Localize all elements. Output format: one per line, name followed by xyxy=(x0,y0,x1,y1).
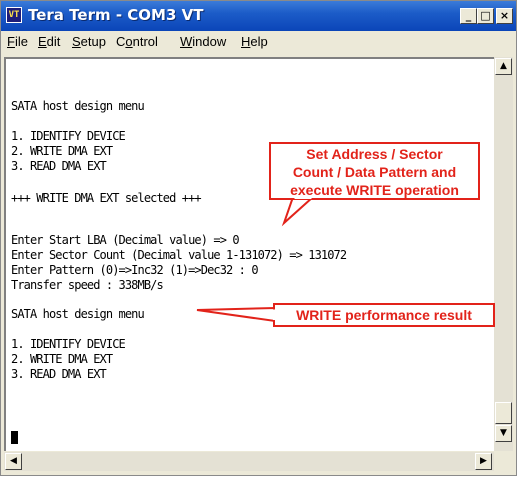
menu-help[interactable]: Help xyxy=(241,34,268,49)
terminal-line: 2. WRITE DMA EXT xyxy=(11,352,113,366)
menu-edit[interactable]: Edit xyxy=(38,34,60,49)
menu-help-label: elp xyxy=(250,34,268,49)
menu-file-label: ile xyxy=(14,34,28,49)
terminal-line: 1. IDENTIFY DEVICE xyxy=(11,337,126,351)
menu-setup[interactable]: Setup xyxy=(72,34,106,49)
write-setup-callout: Set Address / Sector Count / Data Patter… xyxy=(269,142,480,200)
menu-window-label: indow xyxy=(192,34,227,49)
terminal-line: Enter Start LBA (Decimal value) => 0 xyxy=(11,233,240,247)
terminal-line: SATA host design menu xyxy=(11,99,145,113)
menu-control-prefix: C xyxy=(116,34,126,49)
maximize-button[interactable]: □ xyxy=(477,8,494,24)
menu-setup-access-key: S xyxy=(72,34,81,49)
menu-help-access-key: H xyxy=(241,34,251,49)
terminal-line: Transfer speed : 338MB/s xyxy=(11,278,164,292)
menu-control-access-key: o xyxy=(125,34,133,49)
scroll-up-button[interactable]: ▲ xyxy=(495,58,512,75)
terminal-line: Enter Sector Count (Decimal value 1-1310… xyxy=(11,248,347,262)
menu-file[interactable]: File xyxy=(7,34,28,49)
write-performance-callout: WRITE performance result xyxy=(273,303,495,327)
scroll-down-button[interactable]: ▼ xyxy=(495,425,512,442)
scroll-right-button[interactable]: ▶ xyxy=(475,453,492,470)
tera-term-window: VT Tera Term - COM3 VT _ □ × File Edit S… xyxy=(0,0,517,476)
callout-1-line: Count / Data Pattern and xyxy=(292,164,457,180)
tera-term-app-icon[interactable]: VT xyxy=(6,7,22,23)
terminal-line: 1. IDENTIFY DEVICE xyxy=(11,129,126,143)
menu-window[interactable]: Window xyxy=(180,34,226,49)
terminal-screen[interactable]: SATA host design menu 1. IDENTIFY DEVICE… xyxy=(4,57,494,451)
menu-control[interactable]: Control xyxy=(116,34,158,49)
menu-bar: File Edit Setup Control Window Help xyxy=(1,31,516,53)
scroll-left-button[interactable]: ◀ xyxy=(5,453,22,470)
minimize-button[interactable]: _ xyxy=(460,8,477,24)
menu-control-label: ntrol xyxy=(132,34,158,49)
callout-1-line: execute WRITE operation xyxy=(290,182,459,198)
vertical-scroll-thumb[interactable] xyxy=(495,402,512,424)
window-title: Tera Term - COM3 VT xyxy=(28,6,204,24)
menu-window-access-key: W xyxy=(180,34,193,49)
terminal-line: +++ WRITE DMA EXT selected +++ xyxy=(11,191,202,205)
menu-edit-label: dit xyxy=(46,34,61,49)
terminal-line: SATA host design menu xyxy=(11,307,145,321)
terminal-line: Enter Pattern (0)=>Inc32 (1)=>Dec32 : 0 xyxy=(11,263,259,277)
menu-setup-label: etup xyxy=(80,34,106,49)
title-bar[interactable]: VT Tera Term - COM3 VT _ □ × xyxy=(1,1,516,31)
menu-file-access-key: F xyxy=(7,34,15,49)
terminal-line: 2. WRITE DMA EXT xyxy=(11,144,113,158)
vertical-scrollbar[interactable]: ▲ ▼ xyxy=(494,57,513,451)
horizontal-scrollbar[interactable]: ◀ ▶ xyxy=(4,452,494,471)
menu-edit-access-key: E xyxy=(38,34,47,49)
close-button[interactable]: × xyxy=(496,8,513,24)
terminal-line: 3. READ DMA EXT xyxy=(11,367,107,381)
terminal-line: 3. READ DMA EXT xyxy=(11,159,107,173)
callout-1-line: Set Address / Sector xyxy=(306,146,443,162)
text-cursor xyxy=(11,431,18,444)
